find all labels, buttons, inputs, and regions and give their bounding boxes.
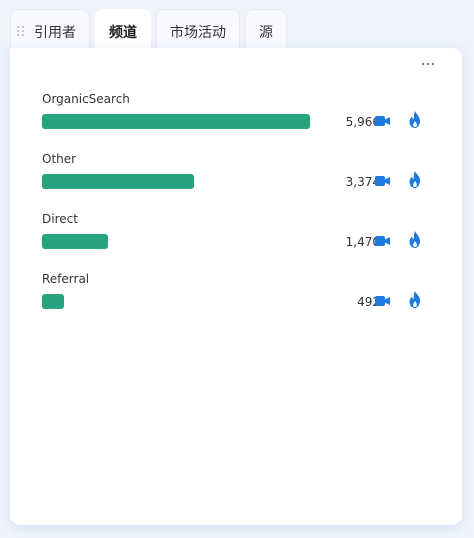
fire-icon[interactable]: [408, 171, 422, 188]
channel-row: OrganicSearch 5,966: [42, 92, 442, 152]
fire-icon[interactable]: [408, 111, 422, 128]
channel-bar: [42, 114, 310, 129]
tab-label: 市场活动: [170, 25, 226, 41]
channel-bar: [42, 294, 64, 309]
channel-bar: [42, 174, 194, 189]
fire-icon[interactable]: [408, 231, 422, 248]
channel-label: Referral: [42, 272, 90, 286]
channel-row: Other 3,374: [42, 152, 442, 212]
drag-handle-icon[interactable]: [17, 26, 25, 36]
tab-label: 引用者: [34, 25, 76, 41]
video-camera-icon[interactable]: [375, 175, 390, 187]
video-camera-icon[interactable]: [375, 235, 390, 247]
tab-sources[interactable]: 源: [245, 9, 287, 53]
more-horizontal-icon[interactable]: [418, 56, 438, 72]
video-camera-icon[interactable]: [375, 115, 390, 127]
tab-campaigns[interactable]: 市场活动: [156, 9, 240, 53]
channel-label: Other: [42, 152, 77, 166]
fire-icon[interactable]: [408, 291, 422, 308]
video-camera-icon[interactable]: [375, 295, 390, 307]
tab-label: 源: [259, 25, 273, 41]
channel-label: OrganicSearch: [42, 92, 130, 106]
tab-bar: 引用者 频道 市场活动 源: [10, 9, 287, 53]
tab-label: 频道: [109, 25, 137, 41]
channel-panel: OrganicSearch 5,966 Other 3,374 Direct 1…: [10, 48, 462, 525]
tab-channels[interactable]: 频道: [95, 9, 151, 53]
channel-bar: [42, 234, 108, 249]
channel-row: Referral 492: [42, 272, 442, 332]
tab-referrers[interactable]: 引用者: [10, 9, 90, 53]
channel-row: Direct 1,470: [42, 212, 442, 272]
channel-label: Direct: [42, 212, 78, 226]
